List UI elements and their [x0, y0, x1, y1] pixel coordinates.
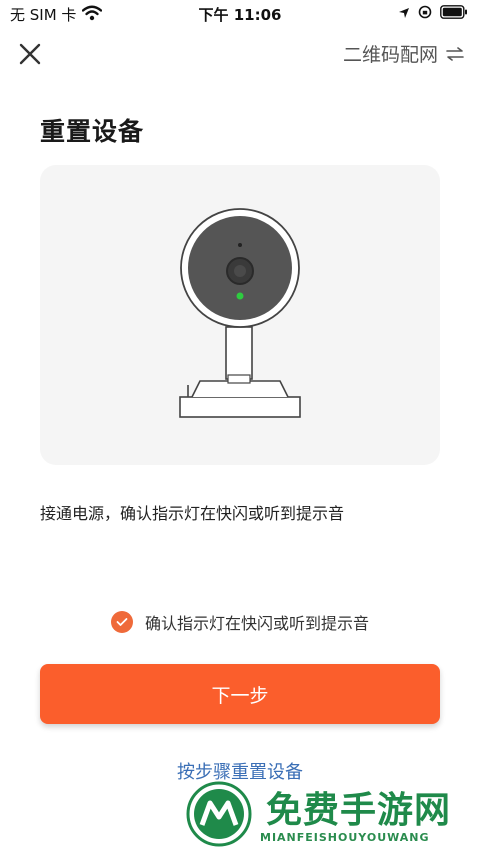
watermark: 免费手游网 MIANFEISHOUYOUWANG	[180, 775, 480, 853]
confirm-label[interactable]: 确认指示灯在快闪或听到提示音	[145, 610, 369, 634]
close-button[interactable]	[14, 38, 46, 70]
camera-illustration	[179, 208, 301, 418]
watermark-title: 免费手游网	[266, 790, 452, 831]
device-illustration	[40, 165, 440, 465]
battery-icon	[440, 4, 468, 23]
close-icon	[19, 43, 41, 65]
confirm-checkbox[interactable]	[110, 611, 133, 633]
watermark-logo-icon	[186, 781, 252, 847]
watermark-subtitle: MIANFEISHOUYOUWANG	[260, 831, 430, 844]
nav-bar: 二维码配网	[0, 34, 480, 74]
indicator-light	[236, 292, 244, 300]
mode-switch-button[interactable]: 二维码配网	[343, 40, 464, 67]
status-bar: 无 SIM 卡 下午 11:06	[0, 0, 480, 28]
location-arrow-icon	[398, 4, 410, 23]
orientation-lock-icon	[418, 4, 432, 23]
swap-icon	[446, 46, 464, 61]
confirm-row: 确认指示灯在快闪或听到提示音	[0, 610, 480, 634]
instruction-text: 接通电源，确认指示灯在快闪或听到提示音	[40, 504, 345, 523]
checkmark-icon	[116, 618, 128, 626]
next-button[interactable]: 下一步	[40, 664, 440, 724]
mode-switch-label: 二维码配网	[342, 44, 438, 66]
page-title: 重置设备	[40, 117, 145, 146]
